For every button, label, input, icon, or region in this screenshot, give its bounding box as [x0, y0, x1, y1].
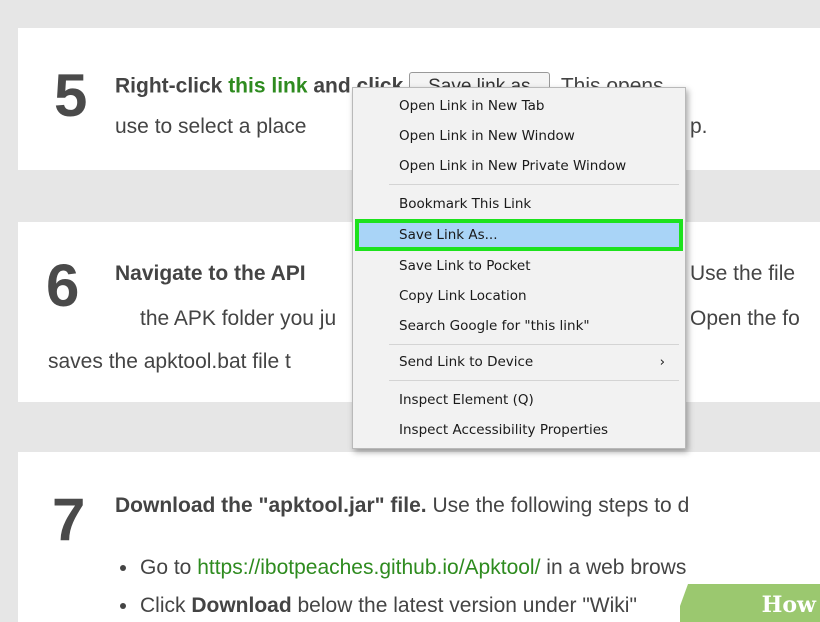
apktool-link[interactable]: https://ibotpeaches.github.io/Apktool/ [197, 556, 540, 579]
step-7-title-post: Use the following steps to d [426, 494, 690, 517]
bullet-1-pre: Go to [140, 556, 198, 579]
step-number: 7 [52, 486, 86, 553]
menu-item-inspect-accessibility[interactable]: Inspect Accessibility Properties [399, 418, 673, 442]
step-7-title: Download the "apktool.jar" file. [115, 494, 427, 517]
step-7-line-1: Download the "apktool.jar" file. Use the… [115, 494, 689, 518]
bullet-1-post: in a web brows [540, 556, 687, 579]
menu-item-open-private-window[interactable]: Open Link in New Private Window [399, 154, 673, 178]
context-menu: Open Link in New Tab Open Link in New Wi… [352, 87, 686, 449]
menu-item-open-new-window[interactable]: Open Link in New Window [399, 124, 673, 148]
bullet-2-pre: Click [140, 594, 192, 617]
step-5-line-2-end: p. [690, 115, 708, 138]
bullet-2-bold: Download [191, 594, 292, 617]
step-7-bullet-1: Go to https://ibotpeaches.github.io/Apkt… [120, 556, 686, 580]
menu-item-save-to-pocket[interactable]: Save Link to Pocket [399, 254, 673, 278]
menu-item-send-label: Send Link to Device [399, 354, 534, 370]
menu-item-search-google[interactable]: Search Google for "this link" [399, 314, 673, 338]
step-6-line-3: saves the apktool.bat file t [48, 350, 291, 373]
step-7-card: 7 Download the "apktool.jar" file. Use t… [18, 452, 820, 622]
this-link[interactable]: this link [228, 75, 307, 98]
step-number: 6 [46, 252, 80, 319]
menu-item-open-new-tab[interactable]: Open Link in New Tab [399, 94, 673, 118]
menu-separator [389, 380, 679, 381]
menu-item-save-link-as[interactable]: Save Link As... [355, 219, 683, 251]
step-6-line-2: the APK folder you ju [140, 307, 337, 330]
menu-separator [389, 344, 679, 345]
menu-item-inspect-element[interactable]: Inspect Element (Q) [399, 388, 673, 412]
chevron-right-icon: › [659, 354, 665, 370]
bullet-icon [120, 565, 126, 572]
menu-item-send-to-device[interactable]: Send Link to Device › [399, 350, 673, 374]
menu-separator [389, 184, 679, 185]
step-5-text: Right-click [115, 74, 229, 98]
bullet-icon [120, 603, 126, 610]
step-number: 5 [54, 62, 88, 129]
menu-item-copy-link-location[interactable]: Copy Link Location [399, 284, 673, 308]
step-5-line-2: use to select a place [115, 115, 307, 138]
step-6-line-2-end: Open the fo [690, 307, 800, 330]
watermark-text: How [761, 592, 816, 618]
menu-item-bookmark-link[interactable]: Bookmark This Link [399, 192, 673, 216]
step-6-line-1: Navigate to the API [115, 262, 306, 285]
step-7-bullet-2: Click Download below the latest version … [120, 594, 637, 618]
wikihow-watermark: How [680, 582, 820, 622]
step-6-line-1-end: Use the file [690, 262, 796, 285]
bullet-2-post: below the latest version under "Wiki" [291, 594, 637, 617]
